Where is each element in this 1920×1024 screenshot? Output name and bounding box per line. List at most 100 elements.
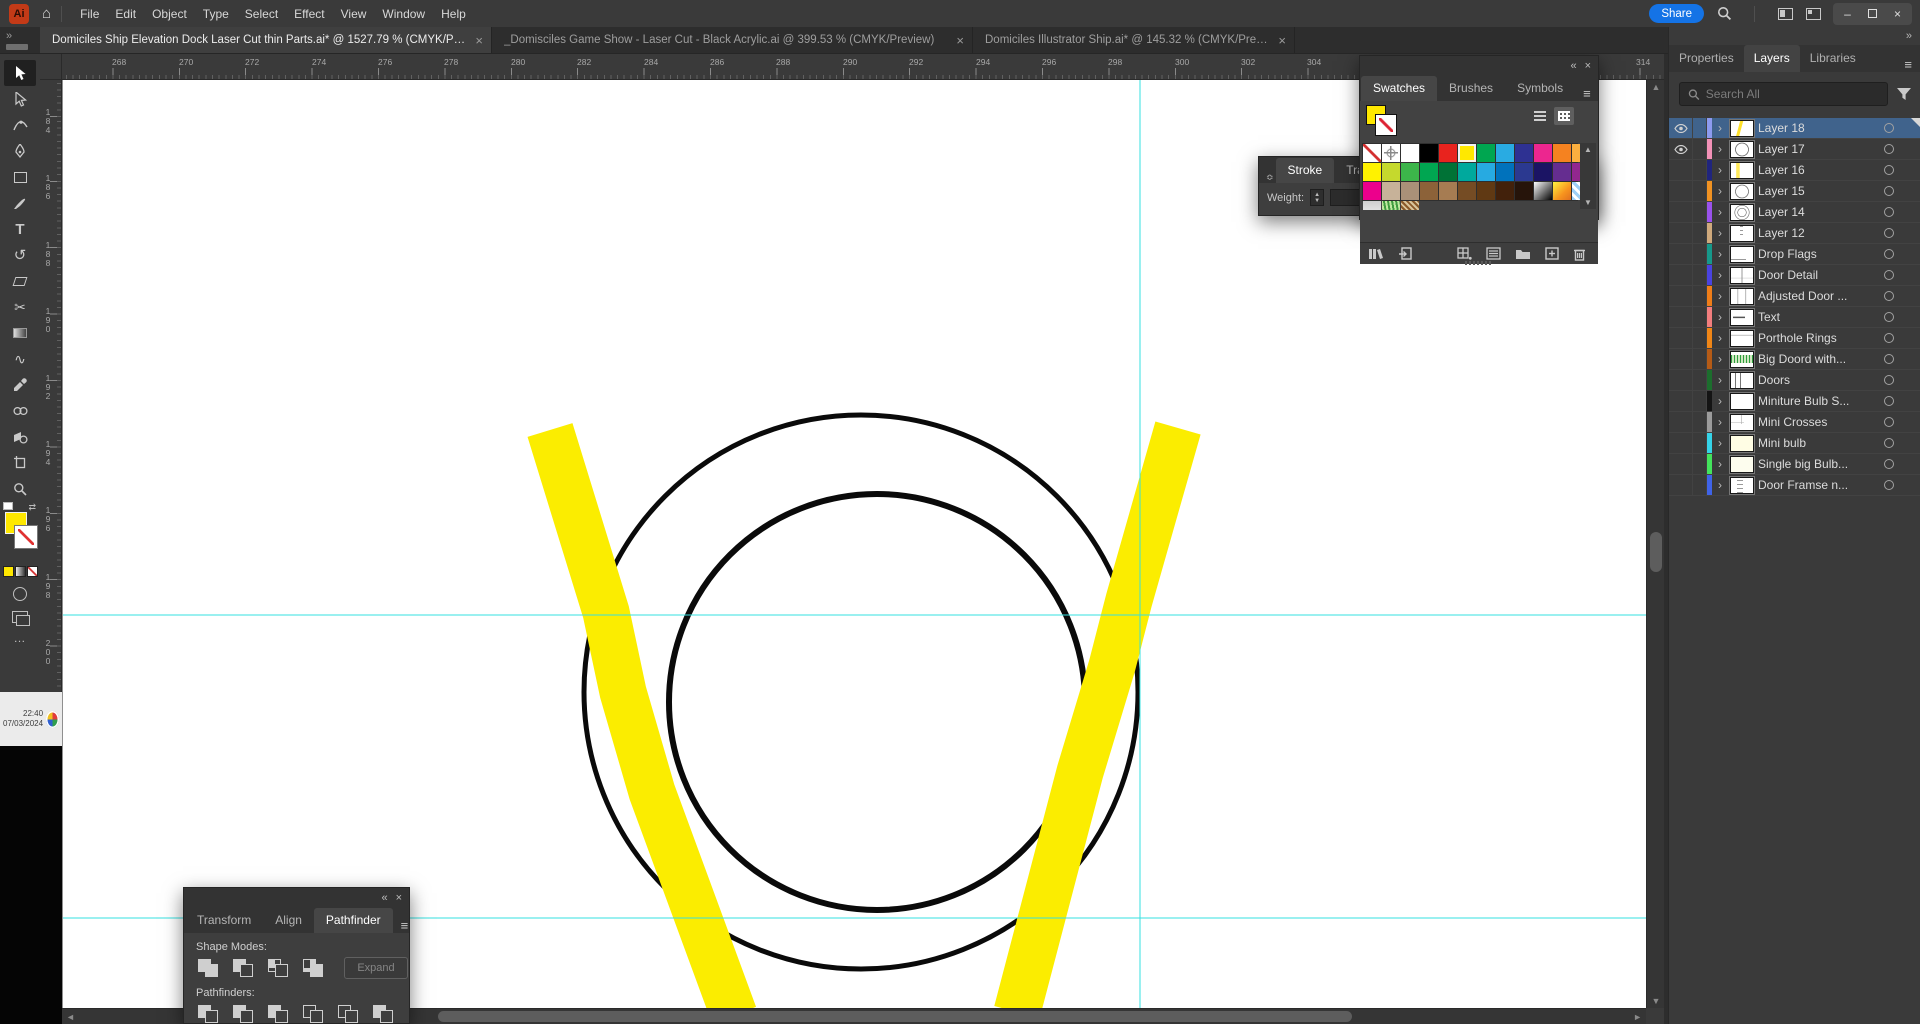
scroll-down-icon[interactable]: ▼ — [1584, 198, 1592, 207]
lock-column[interactable] — [1693, 349, 1707, 369]
delete-swatch-icon[interactable] — [1573, 247, 1586, 261]
lock-column[interactable] — [1693, 433, 1707, 453]
shape-mode-button[interactable] — [231, 957, 257, 979]
filter-funnel-icon[interactable] — [1896, 87, 1912, 101]
vertical-scroll-thumb[interactable] — [1650, 532, 1662, 572]
panel-resize-grip[interactable] — [1465, 261, 1493, 265]
artboard-tool[interactable] — [4, 450, 36, 476]
layer-row[interactable]: › Miniture Bulb S... — [1669, 391, 1920, 412]
swatch[interactable] — [1363, 163, 1381, 181]
shape-mode-button[interactable] — [301, 957, 327, 979]
dock-tab[interactable]: Layers — [1744, 45, 1800, 72]
lock-column[interactable] — [1693, 307, 1707, 327]
scroll-down-icon[interactable]: ▼ — [1647, 996, 1665, 1006]
expand-chevron-icon[interactable]: › — [1712, 394, 1728, 408]
edit-toolbar-icon[interactable]: … — [14, 631, 27, 645]
layer-name[interactable]: Layer 17 — [1758, 142, 1884, 156]
layer-row[interactable]: › Mini bulb — [1669, 433, 1920, 454]
expand-chevron-icon[interactable]: › — [1712, 268, 1728, 282]
lock-column[interactable] — [1693, 454, 1707, 474]
swatch[interactable] — [1401, 182, 1419, 200]
layer-target-circle[interactable] — [1884, 396, 1894, 406]
swatch[interactable] — [1496, 144, 1514, 162]
gradient-button[interactable] — [15, 566, 26, 577]
layer-thumbnail[interactable] — [1730, 372, 1754, 389]
pathfinder-button[interactable] — [301, 1003, 327, 1024]
shape-mode-button[interactable] — [196, 957, 222, 979]
lock-column[interactable] — [1693, 412, 1707, 432]
panel-collapse-icon[interactable]: « — [381, 892, 387, 904]
layer-row[interactable]: › Layer 12 — [1669, 223, 1920, 244]
horizontal-scroll-thumb[interactable] — [438, 1011, 1352, 1022]
visibility-toggle[interactable] — [1669, 244, 1693, 264]
visibility-toggle[interactable] — [1669, 223, 1693, 243]
layer-target-circle[interactable] — [1884, 480, 1894, 490]
expand-button[interactable]: Expand — [344, 957, 408, 979]
swatch[interactable] — [1420, 182, 1438, 200]
layer-row[interactable]: › Door Detail — [1669, 265, 1920, 286]
scroll-up-icon[interactable]: ▲ — [1647, 82, 1665, 92]
tab-close-icon[interactable]: × — [1278, 33, 1286, 48]
layers-search-box[interactable] — [1679, 82, 1888, 106]
swatch[interactable] — [1363, 144, 1381, 162]
lock-column[interactable] — [1693, 118, 1707, 138]
layer-name[interactable]: Doors — [1758, 373, 1884, 387]
layer-name[interactable]: Door Detail — [1758, 268, 1884, 282]
layer-name[interactable]: Miniture Bulb S... — [1758, 394, 1884, 408]
layer-target-circle[interactable] — [1884, 333, 1894, 343]
swatch[interactable] — [1382, 163, 1400, 181]
pathfinder-button[interactable] — [266, 1003, 292, 1024]
vertical-scrollbar[interactable]: ▲ ▼ — [1646, 80, 1664, 1008]
layer-thumbnail[interactable] — [1730, 456, 1754, 473]
layer-target-circle[interactable] — [1884, 375, 1894, 385]
rotate-tool[interactable]: ↺ — [4, 242, 36, 268]
layer-thumbnail[interactable] — [1730, 393, 1754, 410]
swatch[interactable] — [1553, 163, 1571, 181]
layer-target-circle[interactable] — [1884, 312, 1894, 322]
visibility-toggle[interactable] — [1669, 370, 1693, 390]
layer-row[interactable]: › Single big Bulb... — [1669, 454, 1920, 475]
layer-thumbnail[interactable] — [1730, 351, 1754, 368]
layer-row[interactable]: › Porthole Rings — [1669, 328, 1920, 349]
scroll-left-icon[interactable]: ◄ — [66, 1009, 75, 1024]
menu-item[interactable]: Help — [433, 3, 474, 25]
menu-item[interactable]: Effect — [286, 3, 332, 25]
layer-thumbnail[interactable] — [1730, 204, 1754, 221]
layer-row[interactable]: › Drop Flags — [1669, 244, 1920, 265]
grid-view-button[interactable] — [1554, 107, 1574, 125]
maximize-button[interactable] — [1860, 7, 1885, 21]
layer-name[interactable]: Door Framse n... — [1758, 478, 1884, 492]
swatches-panel-tab[interactable]: Swatches — [1361, 76, 1437, 101]
pathfinder-button[interactable] — [231, 1003, 257, 1024]
expand-chevron-icon[interactable]: › — [1712, 331, 1728, 345]
scroll-right-icon[interactable]: ► — [1633, 1009, 1642, 1024]
expand-chevron-icon[interactable]: › — [1712, 121, 1728, 135]
layer-row[interactable]: › Layer 17 — [1669, 139, 1920, 160]
swatch[interactable] — [1553, 144, 1571, 162]
layer-name[interactable]: Single big Bulb... — [1758, 457, 1884, 471]
visibility-toggle[interactable] — [1669, 475, 1693, 495]
swatch[interactable] — [1458, 182, 1476, 200]
width-tool[interactable]: ∿ — [4, 346, 36, 372]
panel-menu-icon[interactable]: ≡ — [1896, 57, 1920, 72]
stroke-panel-tab[interactable]: Stroke — [1276, 158, 1335, 183]
layer-target-circle[interactable] — [1884, 459, 1894, 469]
layer-thumbnail[interactable] — [1730, 288, 1754, 305]
document-tab[interactable]: Domiciles Ship Elevation Dock Laser Cut … — [40, 27, 492, 53]
document-tab[interactable]: Domiciles Illustrator Ship.ai* @ 145.32 … — [973, 27, 1295, 53]
swatch-options-icon[interactable] — [1486, 247, 1501, 260]
swap-fill-stroke-icon[interactable]: ⇄ — [28, 502, 36, 513]
expand-chevron-icon[interactable]: › — [1712, 205, 1728, 219]
dock-tab[interactable]: Libraries — [1800, 45, 1866, 72]
lock-column[interactable] — [1693, 265, 1707, 285]
layer-name[interactable]: Adjusted Door ... — [1758, 289, 1884, 303]
menu-item[interactable]: Object — [144, 3, 195, 25]
pen-tool[interactable] — [4, 138, 36, 164]
layer-name[interactable]: Text — [1758, 310, 1884, 324]
weight-stepper[interactable]: ▲▼ — [1310, 189, 1324, 206]
layer-target-circle[interactable] — [1884, 144, 1894, 154]
swatch[interactable] — [1420, 163, 1438, 181]
menu-item[interactable]: Select — [237, 3, 286, 25]
pathfinder-panel-tab[interactable]: Align — [263, 908, 314, 933]
swatch-libraries-icon[interactable] — [1368, 247, 1384, 260]
